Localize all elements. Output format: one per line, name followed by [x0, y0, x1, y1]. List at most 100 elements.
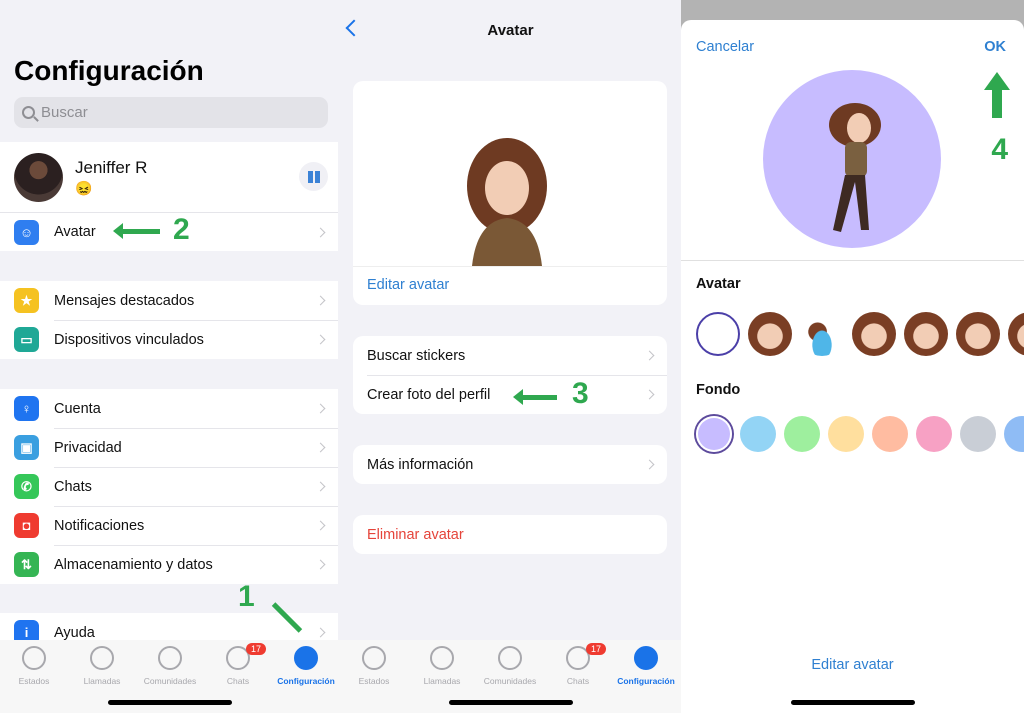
- search-input[interactable]: Buscar: [14, 97, 328, 128]
- chevron-right-icon: [644, 350, 655, 361]
- avatar-pose-option[interactable]: [696, 312, 740, 356]
- settings-icon: [634, 646, 658, 670]
- avatar-section-title: Avatar: [696, 276, 741, 292]
- settings-item-label: Ayuda: [54, 624, 95, 641]
- tab-label: Configuración: [617, 676, 675, 686]
- background-color-option[interactable]: [960, 416, 996, 452]
- status-icon: [362, 646, 386, 670]
- annotation-step-2: 2: [173, 213, 190, 246]
- phone-icon: [90, 646, 114, 670]
- cancel-button[interactable]: Cancelar: [696, 39, 754, 55]
- background-color-option[interactable]: [828, 416, 864, 452]
- avatar-pose-image: [829, 103, 881, 232]
- home-indicator: [108, 700, 232, 705]
- settings-item-label: Cuenta: [54, 400, 101, 417]
- avatar-pose-option[interactable]: [800, 312, 844, 356]
- chevron-right-icon: [315, 227, 326, 237]
- settings-item-chats[interactable]: ✆ Chats: [0, 467, 338, 506]
- divider: [681, 260, 1024, 261]
- phone-icon: [430, 646, 454, 670]
- tab-configuracion[interactable]: Configuración: [272, 646, 340, 686]
- chevron-right-icon: [315, 295, 326, 306]
- home-indicator: [448, 700, 573, 705]
- avatar-icon: ☺: [14, 219, 39, 245]
- menu-item-more-info[interactable]: Más información: [353, 445, 667, 484]
- settings-item-label: Chats: [54, 478, 92, 495]
- qr-code-icon: [307, 170, 320, 183]
- annotation-step-4: 4: [991, 133, 1008, 166]
- tab-estados[interactable]: Estados: [340, 646, 408, 686]
- menu-item-create-profile-photo[interactable]: Crear foto del perfil: [353, 375, 667, 414]
- settings-item-label: Mensajes destacados: [54, 292, 195, 309]
- avatar-card: Editar avatar: [353, 81, 667, 305]
- tab-label: Chats: [226, 676, 250, 686]
- tab-llamadas[interactable]: Llamadas: [408, 646, 476, 686]
- profile-row[interactable]: Jeniffer R 😖: [0, 142, 338, 212]
- avatar-menu-3: Eliminar avatar: [353, 515, 667, 554]
- tab-chats[interactable]: 17 Chats: [544, 643, 612, 686]
- tab-llamadas[interactable]: Llamadas: [68, 646, 136, 686]
- arrows-updown-icon: ⇅: [14, 552, 39, 577]
- annotation-step-3: 3: [572, 377, 589, 410]
- whatsapp-icon: ✆: [14, 474, 39, 499]
- annotation-arrow-2: [113, 223, 160, 239]
- profile-status: 😖: [75, 179, 93, 196]
- page-title: Configuración: [14, 55, 204, 86]
- background-color-option[interactable]: [784, 416, 820, 452]
- menu-item-label: Más información: [367, 456, 474, 473]
- tab-comunidades[interactable]: Comunidades: [476, 646, 544, 686]
- background-color-option[interactable]: [1004, 416, 1024, 452]
- profile-photo-editor: Cancelar OK 4 Avatar Fondo Editar avatar: [681, 0, 1024, 713]
- edit-avatar-link[interactable]: Editar avatar: [681, 657, 1024, 673]
- chevron-right-icon: [644, 459, 655, 470]
- ok-button[interactable]: OK: [984, 39, 1006, 55]
- tab-label: Estados: [358, 676, 390, 686]
- chevron-right-icon: [315, 442, 326, 453]
- background-section-title: Fondo: [696, 382, 741, 398]
- avatar-pose-option[interactable]: [956, 312, 1000, 356]
- settings-group-2: ♀ Cuenta ▣ Privacidad ✆ Chats ◘ Notifica…: [0, 389, 338, 584]
- background-color-option[interactable]: [740, 416, 776, 452]
- chevron-right-icon: [315, 627, 326, 638]
- settings-item-avatar[interactable]: ☺ Avatar: [0, 212, 338, 251]
- delete-avatar-button[interactable]: Eliminar avatar: [353, 515, 667, 554]
- communities-icon: [498, 646, 522, 670]
- profile-group: Jeniffer R 😖 ☺ Avatar: [0, 142, 338, 251]
- chevron-right-icon: [315, 520, 326, 531]
- avatar-pose-option[interactable]: [1008, 312, 1024, 356]
- unread-badge: 17: [586, 643, 607, 655]
- avatar-pose-option[interactable]: [852, 312, 896, 356]
- tab-label: Comunidades: [483, 676, 537, 686]
- settings-item-linked-devices[interactable]: ▭ Dispositivos vinculados: [0, 320, 338, 359]
- qr-code-button[interactable]: [299, 162, 328, 191]
- settings-item-storage[interactable]: ⇅ Almacenamiento y datos: [0, 545, 338, 584]
- search-placeholder: Buscar: [41, 104, 88, 121]
- unread-badge: 17: [246, 643, 267, 655]
- page-title: Avatar: [487, 22, 534, 39]
- menu-item-search-stickers[interactable]: Buscar stickers: [353, 336, 667, 375]
- settings-item-notifications[interactable]: ◘ Notificaciones: [0, 506, 338, 545]
- background-color-option[interactable]: [872, 416, 908, 452]
- communities-icon: [158, 646, 182, 670]
- tab-estados[interactable]: Estados: [0, 646, 68, 686]
- tab-configuracion[interactable]: Configuración: [612, 646, 680, 686]
- avatar-pose-option[interactable]: [904, 312, 948, 356]
- notification-icon: ◘: [14, 513, 39, 538]
- settings-item-privacy[interactable]: ▣ Privacidad: [0, 428, 338, 467]
- tab-label: Chats: [566, 676, 590, 686]
- settings-item-starred[interactable]: ★ Mensajes destacados: [0, 281, 338, 320]
- tab-chats[interactable]: 17 Chats: [204, 643, 272, 686]
- annotation-step-1: 1: [238, 580, 255, 613]
- chevron-right-icon: [644, 389, 655, 400]
- tab-comunidades[interactable]: Comunidades: [136, 646, 204, 686]
- tab-label: Llamadas: [83, 676, 121, 686]
- settings-screen: Configuración Buscar Jeniffer R 😖 ☺ Avat…: [0, 0, 340, 713]
- background-color-option[interactable]: [916, 416, 952, 452]
- edit-avatar-link[interactable]: Editar avatar: [367, 277, 449, 293]
- background-color-option[interactable]: [696, 416, 732, 452]
- annotation-arrowhead-4: [984, 72, 1010, 90]
- tab-label: Llamadas: [423, 676, 461, 686]
- avatar-image: [467, 138, 547, 266]
- avatar-pose-option[interactable]: [748, 312, 792, 356]
- settings-item-account[interactable]: ♀ Cuenta: [0, 389, 338, 428]
